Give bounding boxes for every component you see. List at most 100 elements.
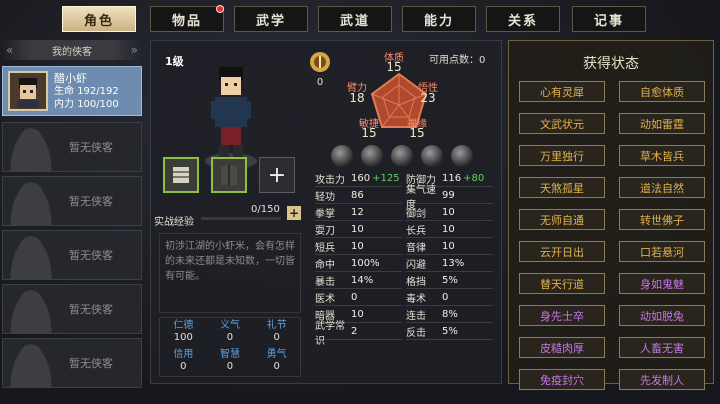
available-points-label: 可用点数： [429, 55, 479, 66]
attribute-name: 攻击力 [315, 175, 345, 186]
skill-orb-icon[interactable] [391, 145, 413, 167]
attribute-value: 12 [351, 207, 364, 218]
attribute-bonus: +125 [372, 173, 400, 184]
state-tag[interactable]: 心有灵犀 [519, 81, 605, 102]
state-tag[interactable]: 先发制人 [619, 369, 705, 390]
attributes-grid: 攻击力 160 +125 防御力 116 +80 轻功 86 集气速度 99 拳掌 12 御剑 10 耍刀 1… [315, 171, 493, 347]
virtue-name: 仁德 [173, 320, 194, 331]
state-tag[interactable]: 自愈体质 [619, 81, 705, 102]
empty-slot-label: 暂无侠客 [69, 195, 113, 208]
available-points-value: 0 [479, 55, 486, 66]
attribute-name: 短兵 [315, 243, 335, 254]
equip-slot-armor[interactable] [211, 157, 247, 193]
state-tag[interactable]: 替天行道 [519, 273, 605, 294]
state-tag[interactable]: 文武状元 [519, 113, 605, 134]
attribute-row: 长兵 10 [406, 222, 493, 238]
empty-slot-label: 暂无侠客 [69, 303, 113, 316]
state-tag[interactable]: 口若悬河 [619, 241, 705, 262]
skill-orb-icon[interactable] [361, 145, 383, 167]
state-tag[interactable]: 动如雷霆 [619, 113, 705, 134]
attribute-name: 闪避 [406, 260, 426, 271]
attribute-value: 5% [442, 326, 458, 337]
hero-card-empty[interactable]: 暂无侠客 [2, 176, 142, 226]
hero-list-header: « 我的侠客 » [2, 40, 142, 60]
tab-label: 武学 [255, 13, 286, 29]
state-tag[interactable]: 道法自然 [619, 177, 705, 198]
skill-orb-icon[interactable] [451, 145, 473, 167]
equip-slot-add[interactable]: + [259, 157, 295, 193]
attribute-name: 音律 [406, 243, 426, 254]
equip-slot-gloves[interactable] [163, 157, 199, 193]
life-value: 192/192 [77, 85, 119, 97]
state-tag[interactable]: 云开日出 [519, 241, 605, 262]
empty-avatar-icon [7, 339, 55, 387]
attribute-row: 轻功 86 [315, 188, 402, 204]
state-tag[interactable]: 人畜无害 [619, 337, 705, 358]
medal-icon [310, 52, 330, 72]
state-tag[interactable]: 动如脱兔 [619, 305, 705, 326]
attribute-row: 音律 10 [406, 239, 493, 255]
tab-character[interactable]: 角色 [62, 6, 136, 32]
chevron-left-icon[interactable]: « [6, 43, 13, 57]
attribute-name: 医术 [315, 294, 335, 305]
exp-label: 实战经验 [154, 217, 194, 228]
virtue-item: 仁德 100 [160, 318, 207, 347]
state-tag[interactable]: 天煞孤星 [519, 177, 605, 198]
add-exp-button[interactable]: + [287, 206, 301, 220]
stat-value-minjie: 15 [361, 126, 377, 140]
attribute-row: 暴击 14% [315, 273, 402, 289]
state-tag[interactable]: 身先士卒 [519, 305, 605, 326]
tab-label: 能力 [423, 13, 454, 29]
mana-value: 100/100 [77, 98, 119, 110]
tab-items[interactable]: 物品 [150, 5, 224, 32]
tab-martial-arts[interactable]: 武学 [234, 6, 308, 32]
state-tag[interactable]: 身如鬼魅 [619, 273, 705, 294]
state-tag[interactable]: 草木皆兵 [619, 145, 705, 166]
virtue-value: 0 [226, 332, 234, 343]
tab-relations[interactable]: 关系 [486, 6, 560, 32]
tab-journal[interactable]: 记事 [572, 6, 646, 32]
attribute-value: 0 [442, 292, 449, 303]
skill-orb-icon[interactable] [421, 145, 443, 167]
attribute-value: 10 [351, 224, 364, 235]
virtue-value: 100 [173, 332, 193, 343]
hero-name: 醋小虾 [54, 71, 87, 85]
hero-card-empty[interactable]: 暂无侠客 [2, 122, 142, 172]
attribute-row: 御剑 10 [406, 205, 493, 221]
attribute-name: 拳掌 [315, 209, 335, 220]
exp-value: 0/150 [251, 204, 280, 215]
attribute-name: 连击 [406, 311, 426, 322]
state-tag[interactable]: 免疫封穴 [519, 369, 605, 390]
chevron-right-icon[interactable]: » [131, 43, 138, 57]
states-title: 获得状态 [583, 56, 639, 72]
exp-bar [201, 217, 281, 220]
tab-bar: 角色 物品 武学 武道 能力 关系 记事 [62, 4, 714, 34]
attribute-name: 耍刀 [315, 226, 335, 237]
attribute-row: 反击 5% [406, 324, 493, 340]
life-label: 生命 [54, 85, 74, 97]
attribute-row: 武学常识 2 [315, 321, 402, 347]
attribute-value: 10 [442, 241, 455, 252]
armor-icon [221, 165, 237, 185]
hero-card-empty[interactable]: 暂无侠客 [2, 338, 142, 388]
character-level: 1级 [165, 55, 184, 68]
tab-martial-way[interactable]: 武道 [318, 6, 392, 32]
state-tag[interactable]: 万里独行 [519, 145, 605, 166]
hero-card-selected[interactable]: 醋小虾 生命 192/192 内力 100/100 [2, 66, 142, 116]
attribute-name: 长兵 [406, 226, 426, 237]
states-grid: 心有灵犀 自愈体质 文武状元 动如雷霆 万里独行 草木皆兵 天煞孤星 道法自然 无师自通 转世佛子… [519, 81, 705, 390]
attribute-value: 10 [351, 309, 364, 320]
virtue-value: 0 [273, 332, 280, 343]
hero-card-empty[interactable]: 暂无侠客 [2, 230, 142, 280]
state-tag[interactable]: 皮糙肉厚 [519, 337, 605, 358]
hero-card-empty[interactable]: 暂无侠客 [2, 284, 142, 334]
tab-abilities[interactable]: 能力 [402, 6, 476, 32]
hero-portrait [8, 71, 48, 111]
state-tag[interactable]: 转世佛子 [619, 209, 705, 230]
tab-label: 角色 [83, 13, 114, 29]
attribute-row: 拳掌 12 [315, 205, 402, 221]
skill-orb-icon[interactable] [331, 145, 353, 167]
attribute-value: 14% [351, 275, 374, 286]
virtue-item: 礼节 0 [253, 318, 300, 347]
state-tag[interactable]: 无师自通 [519, 209, 605, 230]
